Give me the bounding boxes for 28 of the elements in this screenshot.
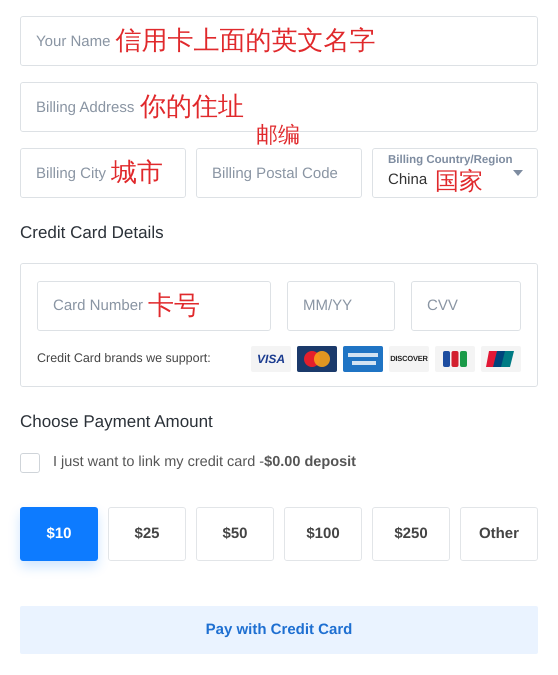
amount-button[interactable]: $250 <box>372 506 450 561</box>
annotation-text: 国家 <box>435 170 484 194</box>
annotation-text: 你的住址 <box>140 93 244 119</box>
brands-label: Credit Card brands we support: <box>37 350 211 368</box>
amount-button[interactable]: $25 <box>108 506 186 561</box>
pay-button[interactable]: Pay with Credit Card <box>20 606 538 654</box>
mastercard-logo <box>297 346 337 372</box>
jcb-logo <box>435 346 475 372</box>
input-field[interactable]: Billing Postal Code <box>196 148 362 198</box>
amount-button[interactable]: Other <box>460 506 538 561</box>
select-label: Billing Country/Region <box>388 154 513 168</box>
unionpay-logo <box>481 346 521 372</box>
amount-button[interactable]: $10 <box>20 506 98 561</box>
input-field[interactable]: MM/YY <box>287 280 395 330</box>
section-title: Credit Card Details <box>20 222 165 244</box>
amount-button[interactable]: $50 <box>196 506 274 561</box>
visa-logo: VISA <box>251 346 291 372</box>
checkbox[interactable] <box>20 452 40 473</box>
input-field[interactable]: CVV <box>411 280 521 330</box>
amex-logo <box>343 346 383 372</box>
annotation-text: 城市 <box>111 159 164 185</box>
section-title: Choose Payment Amount <box>20 410 214 432</box>
annotation-text: 信用卡上面的英文名字 <box>115 27 376 53</box>
select-value: China <box>388 170 428 190</box>
annotation-text: 卡号 <box>148 292 200 318</box>
caret-icon <box>512 170 523 176</box>
checkbox-label: I just want to link my credit card -$0.00 deposit <box>53 453 356 472</box>
amount-button[interactable]: $100 <box>284 506 362 561</box>
